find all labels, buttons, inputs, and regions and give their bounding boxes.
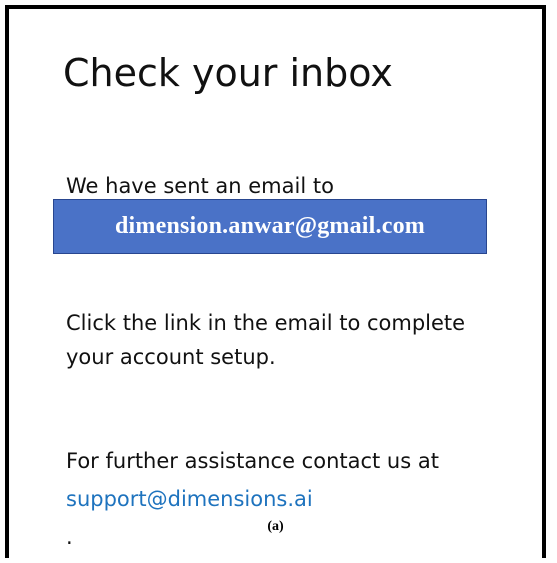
page-title: Check your inbox	[63, 51, 393, 95]
email-address: dimension.anwar@gmail.com	[115, 213, 425, 239]
assistance-text: For further assistance contact us at sup…	[66, 442, 439, 556]
email-address-box: dimension.anwar@gmail.com	[53, 199, 487, 254]
sent-email-text: We have sent an email to	[66, 174, 334, 198]
instructions-line-2: your account setup.	[66, 345, 276, 369]
support-email-link[interactable]: support@dimensions.ai	[66, 487, 313, 511]
instructions-text: Click the link in the email to complete …	[66, 306, 465, 374]
instructions-line-1: Click the link in the email to complete	[66, 311, 466, 335]
support-line: support@dimensions.ai.	[66, 480, 439, 556]
assistance-line: For further assistance contact us at	[66, 449, 439, 473]
figure-caption: (a)	[267, 519, 284, 534]
